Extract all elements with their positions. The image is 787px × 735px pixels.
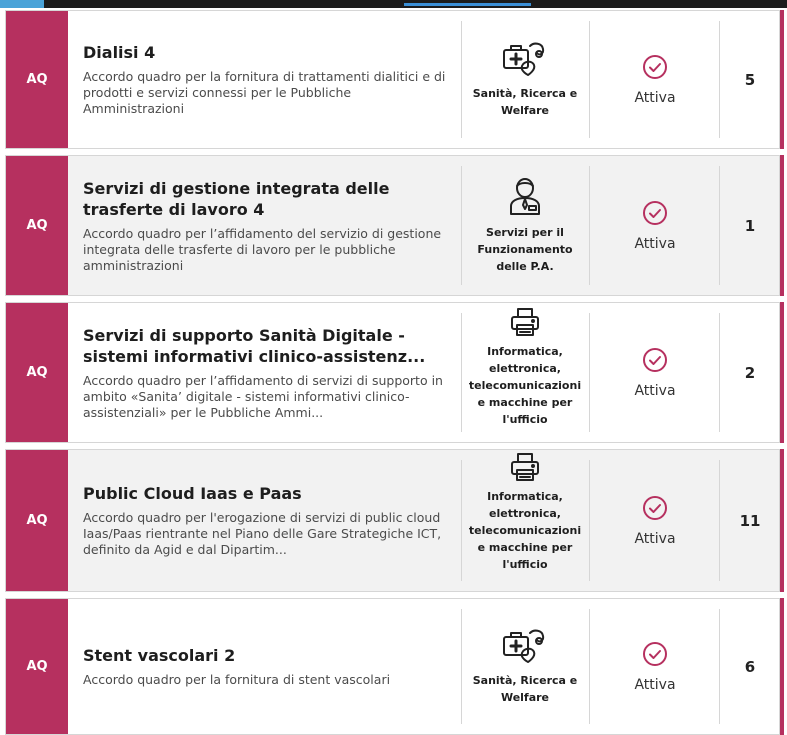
count-value: 5 — [744, 70, 756, 89]
category-label: Servizi per il Funzionamento delle P.A. — [477, 226, 573, 273]
row-edge-accent — [780, 155, 784, 296]
printer-icon — [510, 307, 540, 337]
item-title[interactable]: Servizi di gestione integrata delle tras… — [83, 178, 451, 220]
status-label: Attiva — [634, 530, 676, 547]
type-badge: AQ — [6, 303, 68, 442]
category-label: Informatica, elettronica, telecomunicazi… — [468, 345, 582, 426]
status-label: Attiva — [634, 89, 676, 106]
type-badge: AQ — [6, 450, 68, 591]
row-edge-accent — [780, 10, 784, 149]
item-title[interactable]: Stent vascolari 2 — [83, 645, 451, 666]
medical-kit-icon — [502, 628, 548, 664]
list-item[interactable]: AQ Servizi di gestione integrata delle t… — [5, 155, 784, 296]
list-item[interactable]: AQ Servizi di supporto Sanità Digitale -… — [5, 302, 784, 443]
medical-kit-icon — [502, 41, 548, 77]
status-cell: Attiva — [591, 450, 719, 591]
title-cell: Public Cloud Iaas e Paas Accordo quadro … — [83, 450, 451, 591]
count-value: 2 — [744, 363, 756, 382]
category-cell: Servizi per il Funzionamento delle P.A. — [461, 156, 589, 295]
row-edge-accent — [780, 449, 784, 592]
check-circle-icon — [642, 347, 668, 373]
divider — [589, 166, 590, 285]
printer-icon — [510, 452, 540, 482]
status-label: Attiva — [634, 676, 676, 693]
count-value: 1 — [744, 216, 756, 235]
category-cell: Informatica, elettronica, telecomunicazi… — [461, 450, 589, 591]
status-label: Attiva — [634, 235, 676, 252]
type-badge: AQ — [6, 599, 68, 734]
status-cell: Attiva — [591, 303, 719, 442]
divider — [589, 313, 590, 432]
title-cell: Servizi di gestione integrata delle tras… — [83, 156, 451, 295]
category-cell: Sanità, Ricerca e Welfare — [461, 11, 589, 148]
count-value: 11 — [739, 511, 761, 530]
divider — [589, 21, 590, 138]
category-label: Sanità, Ricerca e Welfare — [472, 86, 578, 117]
item-description: Accordo quadro per l’affidamento di serv… — [83, 372, 443, 420]
list-item[interactable]: AQ Public Cloud Iaas e Paas Accordo quad… — [5, 449, 784, 592]
item-description: Accordo quadro per l'erogazione di servi… — [83, 510, 442, 557]
category-label: Informatica, elettronica, telecomunicazi… — [468, 490, 582, 571]
employee-icon — [508, 176, 542, 216]
title-cell: Stent vascolari 2 Accordo quadro per la … — [83, 599, 451, 734]
top-bar-corner — [0, 0, 44, 8]
type-badge: AQ — [6, 11, 68, 148]
item-title[interactable]: Public Cloud Iaas e Paas — [83, 483, 451, 504]
list-item[interactable]: AQ Dialisi 4 Accordo quadro per la forni… — [5, 10, 784, 149]
category-label: Sanità, Ricerca e Welfare — [472, 673, 578, 704]
row-edge-accent — [780, 302, 784, 443]
check-circle-icon — [642, 54, 668, 80]
item-description: Accordo quadro per la fornitura di tratt… — [83, 69, 446, 116]
category-cell: Sanità, Ricerca e Welfare — [461, 599, 589, 734]
status-cell: Attiva — [591, 11, 719, 148]
title-cell: Servizi di supporto Sanità Digitale - si… — [83, 303, 451, 442]
count-value: 6 — [744, 657, 756, 676]
item-description: Accordo quadro per l’affidamento del ser… — [83, 225, 442, 273]
status-label: Attiva — [634, 382, 676, 399]
row-edge-accent — [780, 598, 784, 735]
status-cell: Attiva — [591, 156, 719, 295]
item-description: Accordo quadro per la fornitura di stent… — [83, 672, 391, 687]
type-badge: AQ — [6, 156, 68, 295]
category-cell: Informatica, elettronica, telecomunicazi… — [461, 303, 589, 442]
divider — [589, 460, 590, 581]
status-cell: Attiva — [591, 599, 719, 734]
divider — [589, 609, 590, 724]
title-cell: Dialisi 4 Accordo quadro per la fornitur… — [83, 11, 451, 148]
active-tab-indicator — [404, 3, 531, 6]
check-circle-icon — [642, 200, 668, 226]
item-title[interactable]: Dialisi 4 — [83, 42, 451, 63]
check-circle-icon — [642, 495, 668, 521]
check-circle-icon — [642, 641, 668, 667]
list-item[interactable]: AQ Stent vascolari 2 Accordo quadro per … — [5, 598, 784, 735]
item-title[interactable]: Servizi di supporto Sanità Digitale - si… — [83, 325, 451, 367]
top-bar — [0, 0, 787, 8]
